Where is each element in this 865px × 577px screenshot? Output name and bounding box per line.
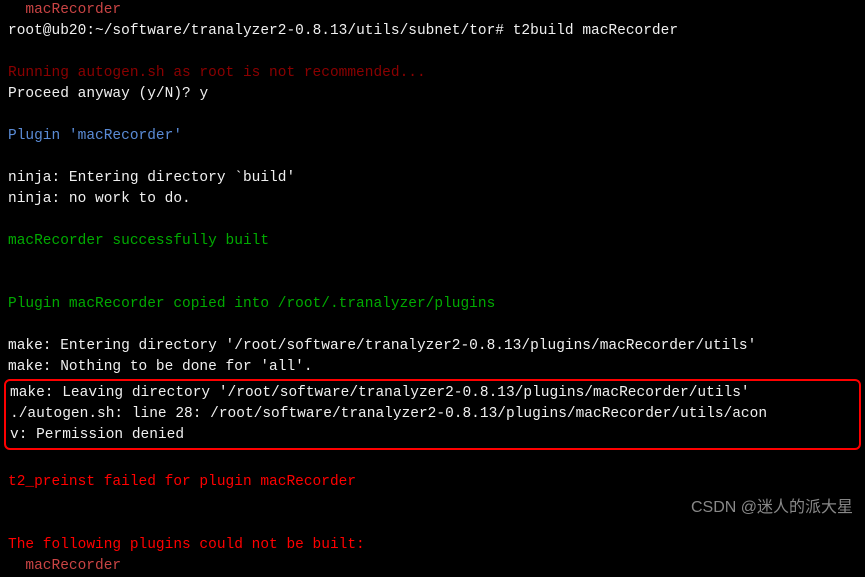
plugin-header: Plugin 'macRecorder' xyxy=(8,126,857,147)
proceed-line: Proceed anyway (y/N)? y xyxy=(8,84,857,105)
make-nothing: make: Nothing to be done for 'all'. xyxy=(8,357,857,378)
blank-line xyxy=(8,210,857,231)
prompt-user: root@ub20 xyxy=(8,23,86,39)
ninja-nowork: ninja: no work to do. xyxy=(8,189,857,210)
command-text[interactable]: t2build macRecorder xyxy=(513,23,678,39)
prompt-line: root@ub20:~/software/tranalyzer2-0.8.13/… xyxy=(8,21,857,42)
proceed-prompt: Proceed anyway (y/N)? xyxy=(8,86,199,102)
terminal-output: macRecorder root@ub20:~/software/tranaly… xyxy=(8,0,857,577)
failed-plugin: macRecorder xyxy=(8,556,857,577)
autogen-error: ./autogen.sh: line 28: /root/software/tr… xyxy=(10,404,855,425)
make-leave: make: Leaving directory '/root/software/… xyxy=(10,383,855,404)
error-highlight-box: make: Leaving directory '/root/software/… xyxy=(4,379,861,450)
preinst-fail: t2_preinst failed for plugin macRecorder xyxy=(8,472,857,493)
blank-line xyxy=(8,42,857,63)
ninja-enter: ninja: Entering directory `build' xyxy=(8,168,857,189)
autogen-warning: Running autogen.sh as root is not recomm… xyxy=(8,63,857,84)
could-not-build: The following plugins could not be built… xyxy=(8,535,857,556)
permission-denied: v: Permission denied xyxy=(10,425,855,446)
top-fragment: macRecorder xyxy=(8,0,857,21)
blank-line xyxy=(8,451,857,472)
blank-line xyxy=(8,147,857,168)
blank-line xyxy=(8,252,857,273)
proceed-answer[interactable]: y xyxy=(199,86,208,102)
make-enter: make: Entering directory '/root/software… xyxy=(8,336,857,357)
blank-line xyxy=(8,105,857,126)
built-success: macRecorder successfully built xyxy=(8,231,857,252)
blank-line xyxy=(8,315,857,336)
blank-line xyxy=(8,273,857,294)
copied-msg: Plugin macRecorder copied into /root/.tr… xyxy=(8,294,857,315)
watermark-text: CSDN @迷人的派大星 xyxy=(691,496,853,519)
prompt-path: :~/software/tranalyzer2-0.8.13/utils/sub… xyxy=(86,23,512,39)
